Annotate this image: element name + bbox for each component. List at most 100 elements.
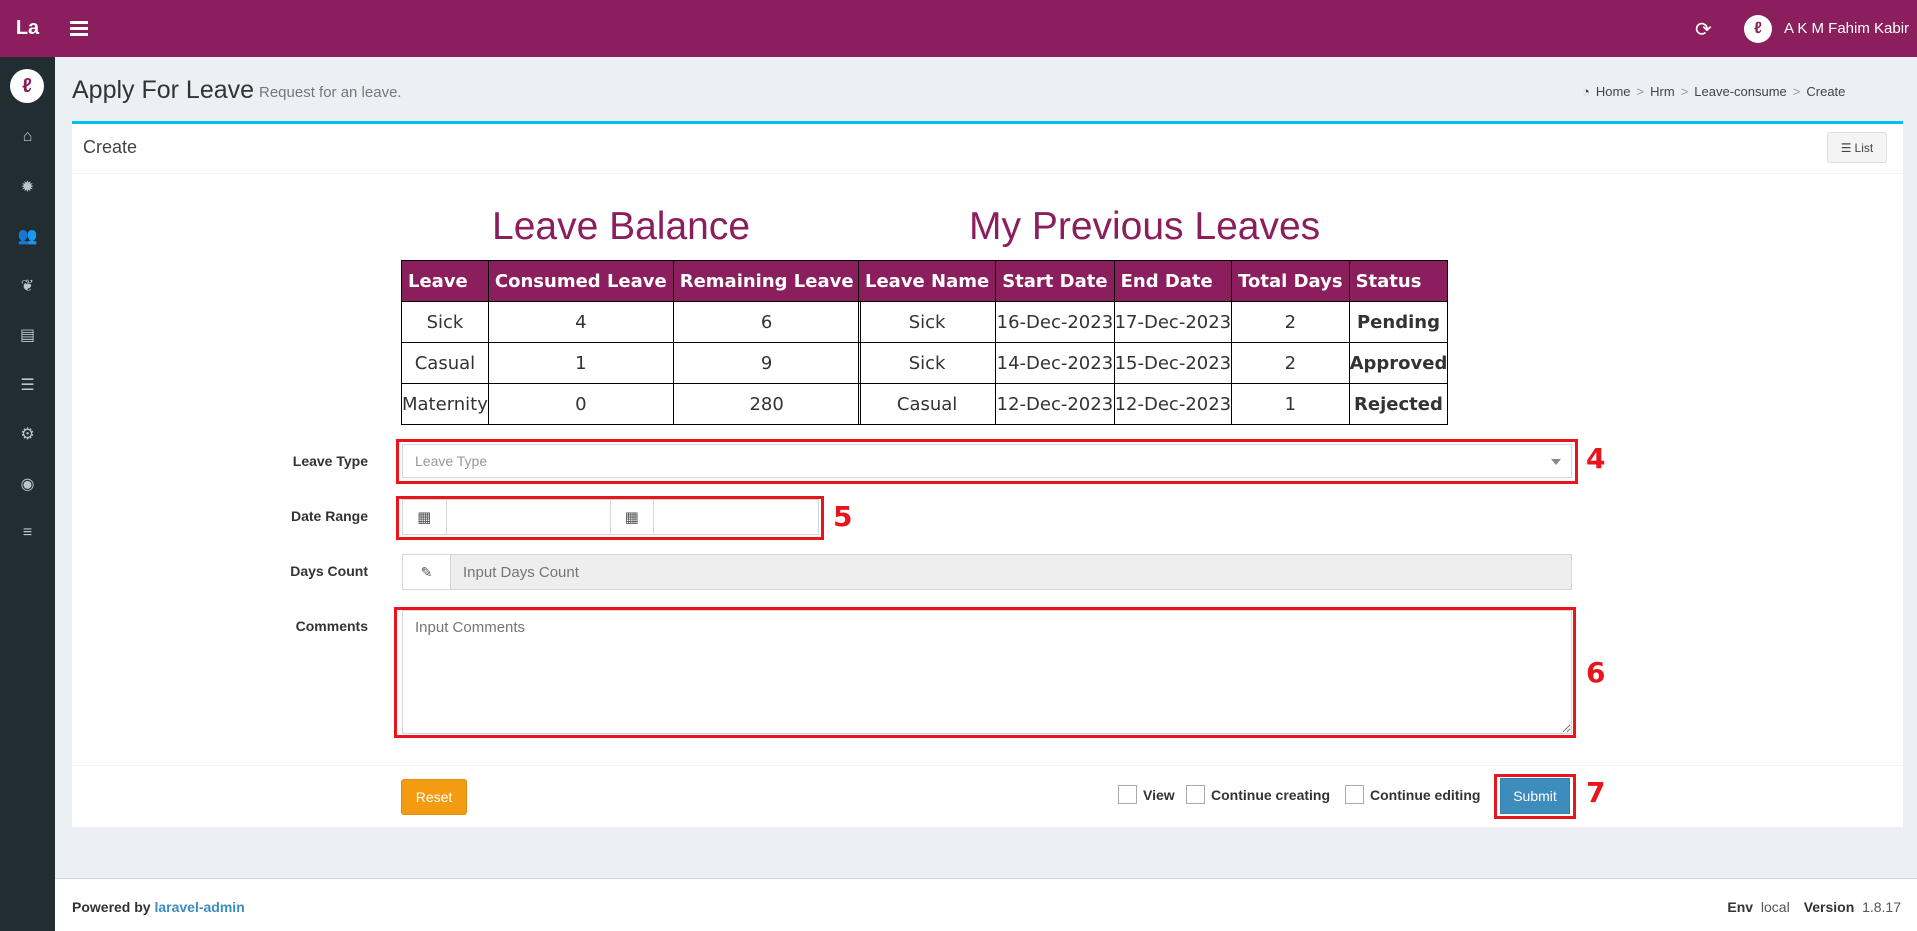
annotation-number-6: 6 xyxy=(1586,656,1606,689)
user-avatar[interactable]: ℓ xyxy=(1744,15,1772,43)
top-navbar: La ⟳ ℓ A K M Fahim Kabir xyxy=(0,0,1917,57)
annotation-number-5: 5 xyxy=(833,500,853,533)
table-row: Casual 12-Dec-2023 12-Dec-2023 1 Rejecte… xyxy=(857,383,1449,425)
gear-icon[interactable]: ✹ xyxy=(0,172,55,202)
leave-balance-table: Leave Consumed Leave Remaining Leave Sic… xyxy=(401,260,861,425)
table-cell: 14-Dec-2023 xyxy=(995,342,1115,384)
table-cell: Casual xyxy=(401,342,489,384)
table-cell: 280 xyxy=(672,383,861,425)
table-cell: 2 xyxy=(1231,301,1350,343)
date-range-group: ▦ ▦ xyxy=(402,499,819,535)
table-cell: 1 xyxy=(1231,383,1350,425)
submit-button[interactable]: Submit xyxy=(1500,778,1570,814)
status-badge: Rejected xyxy=(1348,383,1449,425)
status-badge: Approved xyxy=(1348,342,1449,384)
continue-editing-label: Continue editing xyxy=(1370,786,1481,803)
table-header: Leave xyxy=(401,260,489,302)
continue-editing-checkbox[interactable]: Continue editing xyxy=(1345,785,1480,804)
table-cell: 15-Dec-2023 xyxy=(1113,342,1233,384)
table-header: Total Days xyxy=(1231,260,1350,302)
page-subtitle: Request for an leave. xyxy=(259,84,402,101)
breadcrumb-hrm[interactable]: Hrm xyxy=(1650,84,1675,99)
table-cell: 16-Dec-2023 xyxy=(995,301,1115,343)
server-icon[interactable]: ☰ xyxy=(0,370,55,400)
table-row: Sick 14-Dec-2023 15-Dec-2023 2 Approved xyxy=(857,342,1449,384)
toggle-icon[interactable]: ◉ xyxy=(0,469,55,499)
table-cell: 1 xyxy=(487,342,674,384)
breadcrumb: ◔ Home > Hrm > Leave-consume > Create xyxy=(1582,84,1846,99)
user-name[interactable]: A K M Fahim Kabir xyxy=(1784,20,1909,37)
laravel-admin-link[interactable]: laravel-admin xyxy=(154,899,244,915)
users-icon[interactable]: 👥 xyxy=(0,221,55,251)
end-date-input[interactable] xyxy=(654,500,818,534)
calendar-icon: ▦ xyxy=(403,500,447,534)
annotation-number-4: 4 xyxy=(1586,442,1606,475)
version-label: Version xyxy=(1803,899,1855,915)
view-checkbox[interactable]: View xyxy=(1118,785,1175,804)
start-date-input[interactable] xyxy=(446,500,611,534)
leave-type-label: Leave Type xyxy=(292,453,368,469)
comments-label: Comments xyxy=(295,618,368,634)
table-row: Casual 1 9 xyxy=(401,342,861,384)
annotation-number-7: 7 xyxy=(1586,776,1606,809)
list-icon: ☰ xyxy=(1840,140,1852,155)
table-cell: Sick xyxy=(857,301,997,343)
table-header: Leave Name xyxy=(857,260,997,302)
continue-creating-checkbox[interactable]: Continue creating xyxy=(1186,785,1330,804)
table-header: End Date xyxy=(1113,260,1233,302)
leaf-icon[interactable]: ❦ xyxy=(0,271,55,301)
table-header: Status xyxy=(1348,260,1449,302)
previous-leaves-table: Leave Name Start Date End Date Total Day… xyxy=(857,260,1449,425)
divider xyxy=(72,765,1903,766)
table-header: Remaining Leave xyxy=(672,260,861,302)
table-header: Start Date xyxy=(995,260,1115,302)
table-cell: 17-Dec-2023 xyxy=(1113,301,1233,343)
home-icon[interactable]: ⌂ xyxy=(0,122,55,152)
powered-by-label: Powered by xyxy=(72,899,151,915)
sidebar-avatar[interactable]: ℓ xyxy=(10,69,44,103)
refresh-icon[interactable]: ⟳ xyxy=(1695,17,1712,42)
table-header: Consumed Leave xyxy=(487,260,674,302)
pencil-icon: ✎ xyxy=(403,555,451,589)
continue-creating-label: Continue creating xyxy=(1211,786,1331,803)
sidebar: ℓ ⌂ ✹ 👥 ❦ ▤ ☰ ⚙ ◉ ≡ xyxy=(0,57,55,931)
checkbox[interactable] xyxy=(1345,785,1364,804)
table-row: Sick 16-Dec-2023 17-Dec-2023 2 Pending xyxy=(857,301,1449,343)
list-button-label: List xyxy=(1854,140,1874,155)
id-card-icon[interactable]: ▤ xyxy=(0,320,55,350)
table-cell: 2 xyxy=(1231,342,1350,384)
days-count-label: Days Count xyxy=(290,563,368,579)
app-logo[interactable]: La xyxy=(0,0,55,57)
table-cell: 4 xyxy=(487,301,674,343)
table-cell: 0 xyxy=(487,383,674,425)
comments-textarea[interactable] xyxy=(402,610,1572,734)
breadcrumb-home[interactable]: Home xyxy=(1596,84,1631,99)
leave-balance-title: Leave Balance xyxy=(492,205,751,248)
box-title: Create xyxy=(83,137,138,157)
table-cell: 12-Dec-2023 xyxy=(1113,383,1233,425)
table-cell: Sick xyxy=(857,342,997,384)
checkbox[interactable] xyxy=(1118,785,1137,804)
reset-button[interactable]: Reset xyxy=(401,779,467,815)
view-checkbox-label: View xyxy=(1143,786,1175,803)
menu-toggle-icon[interactable] xyxy=(70,18,88,38)
database-icon[interactable]: ≡ xyxy=(0,518,55,548)
list-button[interactable]: ☰ List xyxy=(1827,132,1887,163)
days-count-input[interactable] xyxy=(451,555,1571,589)
cogs-icon[interactable]: ⚙ xyxy=(0,419,55,449)
previous-leaves-title: My Previous Leaves xyxy=(969,205,1321,248)
env-value: local xyxy=(1760,899,1790,915)
env-info: Env local Version 1.8.17 xyxy=(1727,899,1901,915)
leave-type-select[interactable]: Leave Type xyxy=(402,444,1572,478)
env-label: Env xyxy=(1727,899,1754,915)
dashboard-icon: ◔ xyxy=(1582,84,1590,99)
table-row: Maternity 0 280 xyxy=(401,383,861,425)
days-count-group: ✎ xyxy=(402,554,1572,590)
table-cell: 12-Dec-2023 xyxy=(995,383,1115,425)
status-badge: Pending xyxy=(1348,301,1449,343)
page-title: Apply For Leave xyxy=(72,76,255,104)
table-cell: 6 xyxy=(672,301,861,343)
checkbox[interactable] xyxy=(1186,785,1205,804)
breadcrumb-leave-consume[interactable]: Leave-consume xyxy=(1694,84,1787,99)
chevron-down-icon xyxy=(1551,459,1561,465)
